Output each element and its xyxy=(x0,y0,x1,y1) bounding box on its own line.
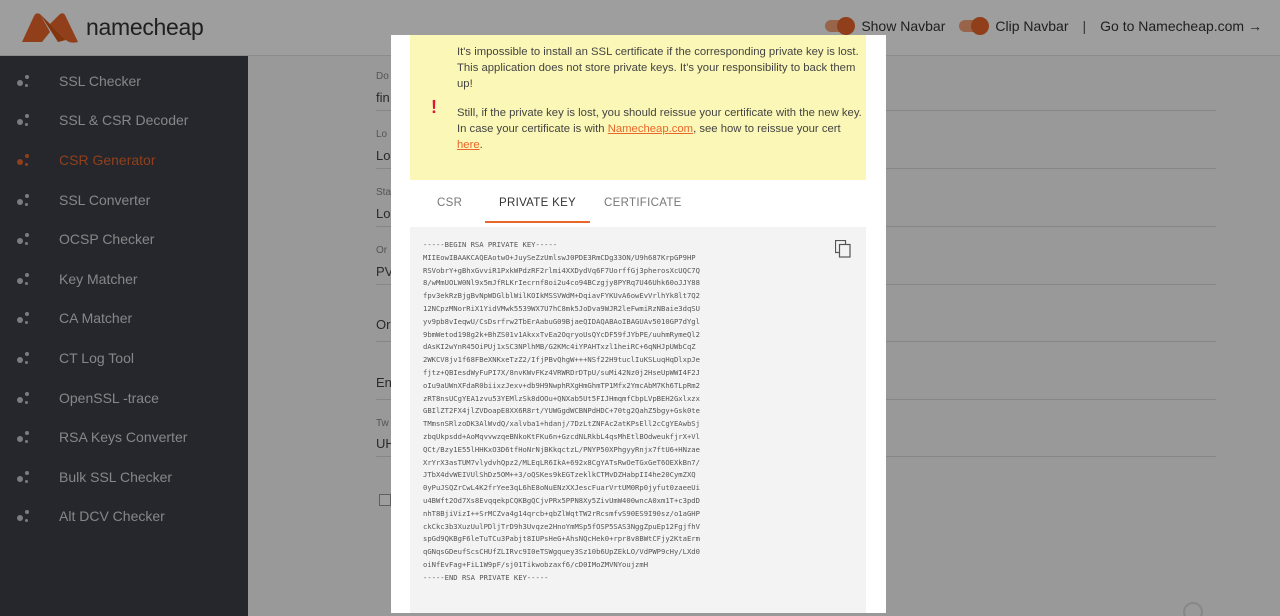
warning-paragraph-1: It's impossible to install an SSL certif… xyxy=(457,46,859,90)
private-key-text[interactable]: -----BEGIN RSA PRIVATE KEY----- MIIEowIB… xyxy=(423,239,773,585)
warning-banner: ! It's impossible to install an SSL cert… xyxy=(410,35,866,180)
warning-text: It's impossible to install an SSL certif… xyxy=(457,44,867,153)
copy-icon[interactable] xyxy=(835,240,851,258)
warning-text-segment: , see how to reissue your cert xyxy=(693,123,841,135)
tab-certificate[interactable]: CERTIFICATE xyxy=(604,193,682,223)
widget-icon[interactable] xyxy=(1182,601,1204,616)
warning-text-segment: . xyxy=(479,139,483,151)
tab-private-key[interactable]: PRIVATE KEY xyxy=(485,193,591,223)
warning-paragraph-2: Still, if the private key is lost, you s… xyxy=(457,105,867,153)
exclamation-icon: ! xyxy=(431,97,437,117)
private-key-box[interactable]: -----BEGIN RSA PRIVATE KEY----- MIIEowIB… xyxy=(410,227,866,613)
private-key-modal: ! It's impossible to install an SSL cert… xyxy=(391,35,886,613)
here-link[interactable]: here xyxy=(457,139,480,151)
tab-csr[interactable]: CSR xyxy=(437,193,462,223)
modal-tabs: CSR PRIVATE KEY CERTIFICATE xyxy=(410,193,866,223)
namecheap-link[interactable]: Namecheap.com xyxy=(608,123,693,135)
